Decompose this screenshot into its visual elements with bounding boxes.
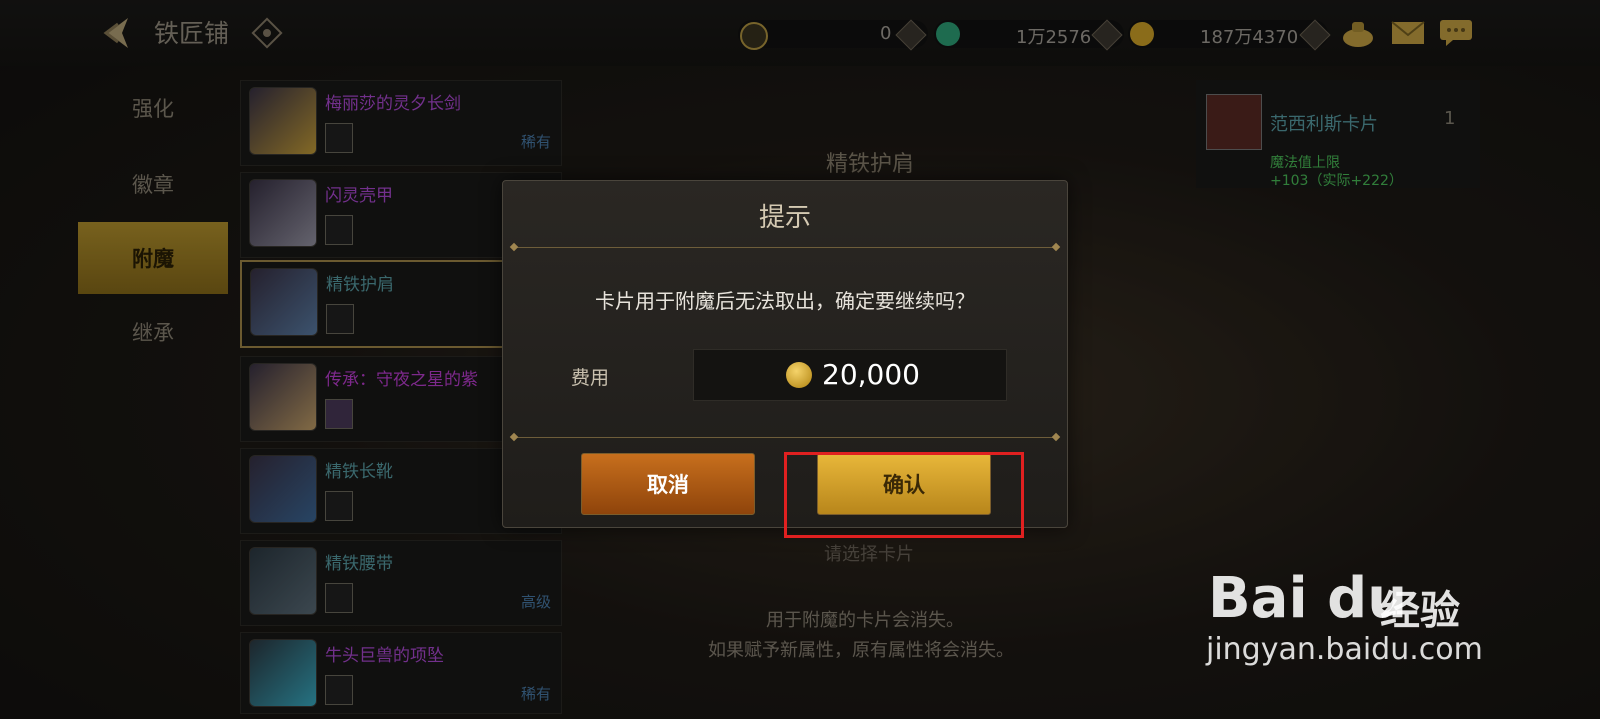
dialog-message: 卡片用于附魔后无法取出，确定要继续吗？	[595, 289, 975, 313]
divider	[513, 247, 1057, 248]
divider	[513, 437, 1057, 438]
gold-coin-icon	[786, 362, 812, 388]
fee-label: 费用	[571, 367, 610, 389]
fee-value: 20,000	[822, 358, 920, 391]
dialog-title: 提示	[758, 203, 811, 233]
watermark-text: 经验	[1380, 588, 1460, 634]
cancel-button[interactable]: 取消	[581, 453, 755, 515]
fee-box: 20,000	[693, 349, 1007, 401]
baidu-logo: Bai du	[1208, 566, 1408, 631]
highlight-box	[784, 452, 1024, 538]
watermark-url: jingyan.baidu.com	[1206, 632, 1483, 667]
